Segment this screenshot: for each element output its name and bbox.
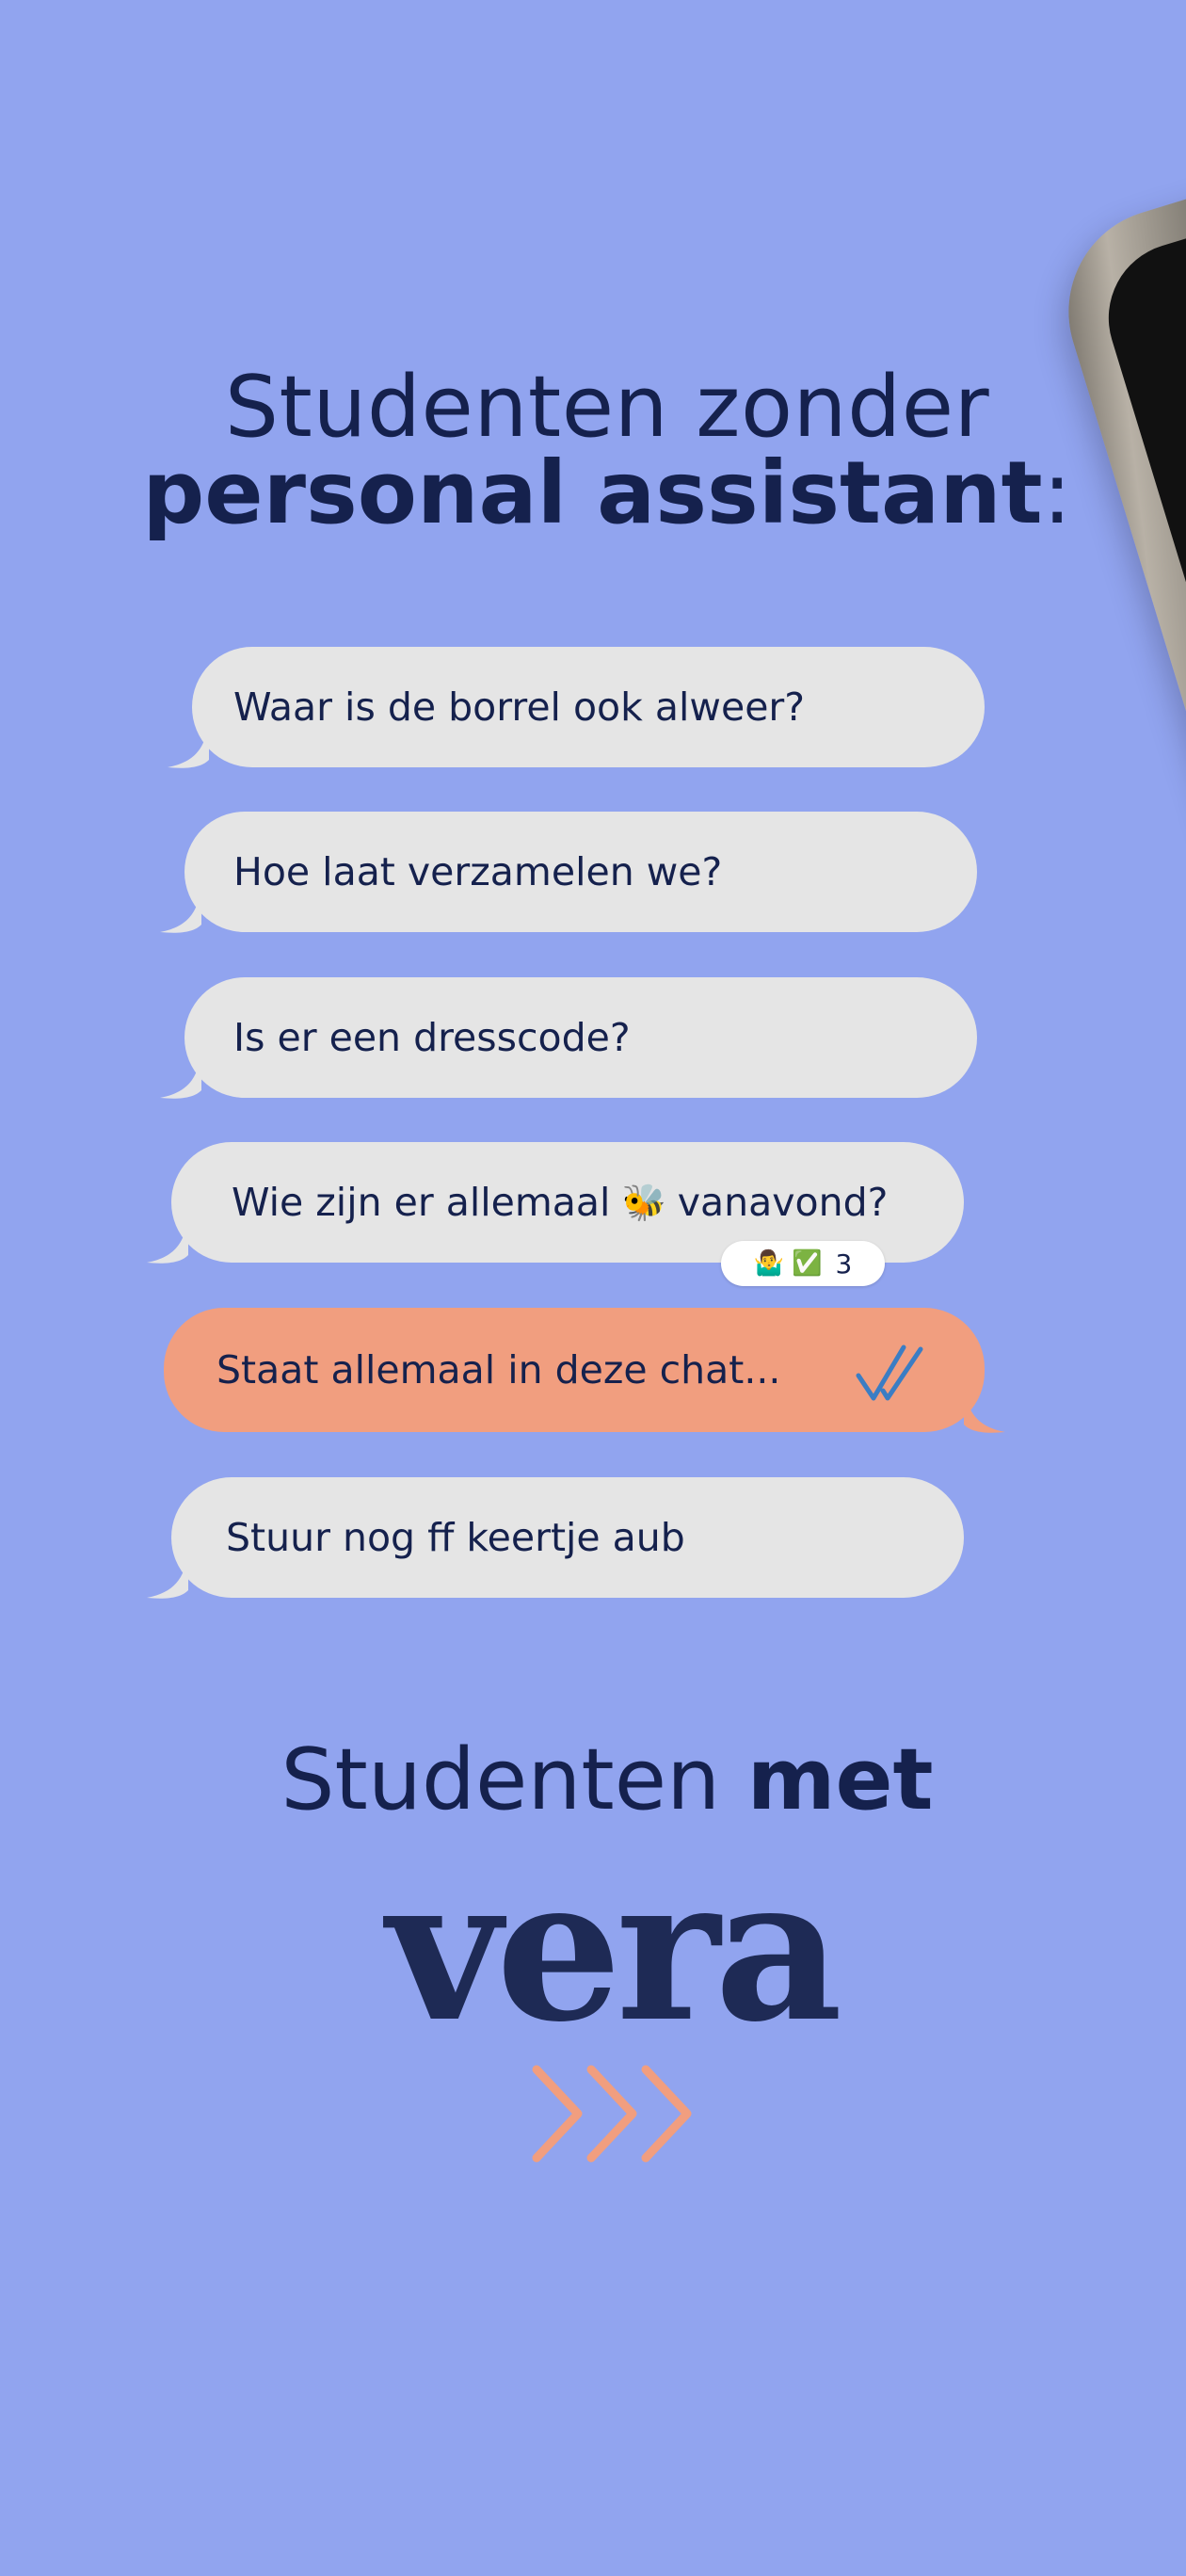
- chat-bubble-incoming: Hoe laat verzamelen we?: [160, 812, 977, 933]
- double-check-icon: [856, 1344, 923, 1401]
- bubble-tail: [160, 881, 201, 933]
- headline-bold-text: personal assistant: [142, 443, 1043, 543]
- message-text-after: vanavond?: [677, 1180, 889, 1225]
- footer-headline: Studenten met: [0, 1738, 1186, 1823]
- phone-screen: [1089, 169, 1186, 1006]
- vera-logo: vera: [386, 1833, 842, 2066]
- bee-emoji: 🐝: [621, 1181, 666, 1223]
- bubble-tail: [147, 1547, 188, 1599]
- chat-bubble-incoming: Stuur nog ff keertje aub: [147, 1477, 964, 1599]
- bubble-tail: [147, 1212, 188, 1264]
- reaction-badge[interactable]: 🤷‍♂️ ✅ 3: [721, 1241, 885, 1286]
- headline-line-2: personal assistant:: [0, 450, 1186, 537]
- message-text: Stuur nog ff keertje aub: [226, 1515, 685, 1560]
- chat-bubble-outgoing: Staat allemaal in deze chat...: [164, 1308, 1005, 1433]
- headline-suffix: :: [1042, 443, 1072, 543]
- bubble-tail: [168, 716, 209, 768]
- shrug-emoji: 🤷‍♂️: [753, 1249, 785, 1278]
- message-text: Waar is de borrel ook alweer?: [233, 684, 806, 730]
- message-text: Wie zijn er allemaal: [232, 1180, 611, 1225]
- message-text: Is er een dresscode?: [233, 1015, 631, 1060]
- footer-regular-text: Studenten: [280, 1731, 721, 1829]
- bubble-tail: [160, 1047, 201, 1099]
- bubble-tail: [964, 1381, 1005, 1433]
- footer-bold-text: met: [746, 1731, 934, 1829]
- reaction-count: 3: [835, 1248, 853, 1280]
- phone-device-image: [1043, 127, 1186, 1054]
- message-text: Staat allemaal in deze chat...: [216, 1347, 781, 1393]
- headline-line-1: Studenten zonder: [224, 358, 990, 457]
- chat-bubble-incoming: Is er een dresscode?: [160, 977, 977, 1099]
- triple-chevron-right-icon: [532, 2065, 692, 2163]
- chat-bubble-incoming: Waar is de borrel ook alweer?: [168, 647, 985, 768]
- message-text: Hoe laat verzamelen we?: [233, 849, 723, 894]
- check-emoji: ✅: [792, 1249, 823, 1278]
